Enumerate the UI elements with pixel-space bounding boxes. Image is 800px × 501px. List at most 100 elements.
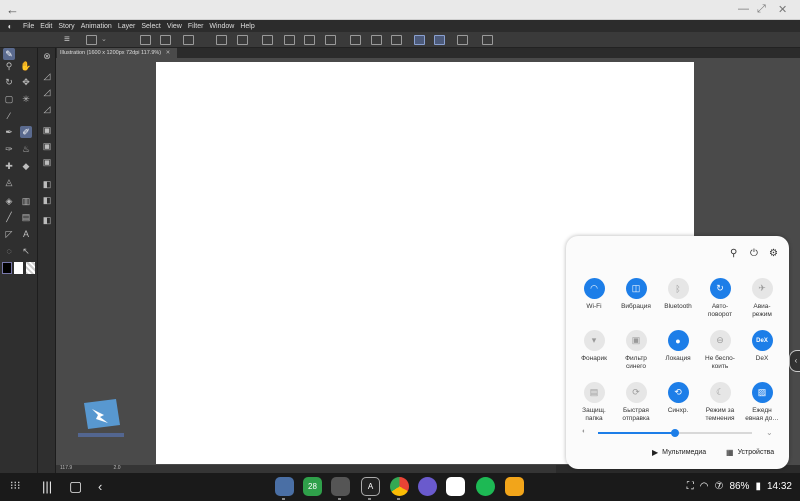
home-icon[interactable]: ▢ [69, 478, 82, 495]
internet-app-icon[interactable] [418, 477, 437, 496]
menu-help[interactable]: Help [237, 23, 257, 30]
menu-file[interactable]: File [20, 23, 37, 30]
tile-bluetooth[interactable]: ᛒ Bluetooth [656, 278, 700, 311]
rotation-value[interactable]: 2.0 [114, 465, 121, 471]
main-color-swatch[interactable] [2, 262, 12, 274]
menu-window[interactable]: Window [206, 23, 237, 30]
deselect-icon[interactable] [262, 35, 273, 45]
tile-dex[interactable]: DeX DeX [740, 330, 784, 363]
menu-layer[interactable]: Layer [115, 23, 139, 30]
eraser-icon[interactable]: ◆ [20, 160, 32, 172]
tile-quick-share[interactable]: ⟳ Быстрая отправка [614, 382, 658, 423]
chevron-down-icon[interactable]: ⌄ [766, 428, 773, 437]
menu-view[interactable]: View [164, 23, 185, 30]
tile-blue-filter[interactable]: ▣ Фильтр синего [614, 330, 658, 371]
sub-tool-9-icon[interactable]: ◧ [41, 194, 53, 206]
correct-line-icon[interactable]: ↖ [20, 245, 32, 257]
sub-tool-2-icon[interactable]: ◿ [41, 70, 53, 82]
move-tool-icon[interactable]: ✥ [20, 76, 32, 88]
settings-pen-icon[interactable] [482, 35, 493, 45]
ruler-icon[interactable]: ◸ [3, 228, 15, 240]
airbrush-icon[interactable]: ♨ [20, 143, 32, 155]
magic-wand-icon[interactable]: ✳ [20, 93, 32, 105]
decoration-icon[interactable]: ✚ [3, 160, 15, 172]
pen-icon[interactable]: ✒ [3, 126, 15, 138]
power-icon[interactable]: ⏻ [750, 248, 758, 259]
snap-grid-icon[interactable] [457, 35, 468, 45]
settings-gear-icon[interactable]: ⚙ [769, 248, 778, 259]
back-icon[interactable]: ‹ [98, 479, 102, 494]
document-tab[interactable]: Illustration (1600 x 1200px 72dpi 117.9%… [57, 48, 177, 58]
zoom-value[interactable]: 117.9 [60, 465, 72, 471]
calendar-app-icon[interactable]: 28 [303, 477, 322, 496]
redo-icon[interactable] [237, 35, 248, 45]
flip-icon[interactable] [371, 35, 382, 45]
menu-select[interactable]: Select [138, 23, 163, 30]
folder-app-icon[interactable] [505, 477, 524, 496]
new-file-icon[interactable] [86, 35, 97, 45]
open-icon[interactable] [160, 35, 171, 45]
menu-filter[interactable]: Filter [185, 23, 207, 30]
fill-icon[interactable] [304, 35, 315, 45]
undo-icon[interactable] [216, 35, 227, 45]
tile-airplane[interactable]: ✈ Авиа-режим [740, 278, 784, 319]
invert-selection-icon[interactable] [284, 35, 295, 45]
sub-tool-3-icon[interactable]: ◿ [41, 86, 53, 98]
menu-animation[interactable]: Animation [78, 23, 115, 30]
apps-grid-icon[interactable]: ⁝⁝⁝ [10, 479, 21, 492]
rotate-icon[interactable] [391, 35, 402, 45]
balloon-icon[interactable]: ◌ [3, 245, 15, 257]
sub-tool-6-icon[interactable]: ▣ [41, 140, 53, 152]
fill-bucket-icon[interactable]: ◈ [3, 195, 15, 207]
menu-story[interactable]: Story [55, 23, 77, 30]
minimize-icon[interactable]: — [738, 3, 749, 15]
hamburger-icon[interactable]: ≡ [64, 34, 70, 45]
tile-flashlight[interactable]: ▾ Фонарик [572, 330, 616, 363]
sub-tool-8-icon[interactable]: ◧ [41, 178, 53, 190]
frame-icon[interactable]: ▤ [20, 211, 32, 223]
sub-tool-4-icon[interactable]: ◿ [41, 103, 53, 115]
brush-icon[interactable]: ✑ [3, 143, 15, 155]
app-logo-icon[interactable]: ◐ [0, 22, 20, 31]
sub-tool-7-icon[interactable]: ▣ [41, 156, 53, 168]
snap-ruler-icon[interactable] [414, 35, 425, 45]
screenshot-icon[interactable]: ⛶ [687, 481, 694, 492]
system-status[interactable]: ⛶ ◠ ⑦ 86% ▮ 14:32 [687, 481, 792, 492]
save-icon[interactable] [183, 35, 194, 45]
chevron-down-icon[interactable]: ⌄ [101, 35, 107, 43]
pen-tool-icon[interactable]: ✎ [3, 48, 15, 60]
sub-tool-1-icon[interactable]: ⊗ [41, 50, 53, 62]
tile-wifi[interactable]: ◠ Wi-Fi [572, 278, 616, 311]
crop-icon[interactable] [325, 35, 336, 45]
tile-do-not-disturb[interactable]: ⊖ Не беспо-коить [698, 330, 742, 371]
devices-button[interactable]: ▦ Устройства [726, 448, 774, 457]
settings-app-icon[interactable] [275, 477, 294, 496]
text-tool-icon[interactable]: A [20, 228, 32, 240]
maximize-icon[interactable]: ⤢ [757, 3, 766, 16]
media-button[interactable]: ▶ Мультимедиа [652, 448, 706, 457]
hand-tool-icon[interactable]: ✋ [20, 60, 32, 72]
gradient-icon[interactable]: ▥ [20, 195, 32, 207]
close-icon[interactable]: ✕ [778, 3, 787, 16]
back-arrow-icon[interactable]: ← [6, 2, 19, 17]
search-icon[interactable]: ⚲ [730, 248, 737, 259]
snap-special-ruler-icon[interactable] [434, 35, 445, 45]
tile-vibration[interactable]: ◫ Вибрация [614, 278, 658, 311]
zoom-tool-icon[interactable]: ⚲ [3, 60, 15, 72]
tile-sync[interactable]: ⟲ Синхр. [656, 382, 700, 415]
clip-studio-app-icon[interactable] [331, 477, 350, 496]
new-icon[interactable] [140, 35, 151, 45]
blend-icon[interactable]: ◬ [3, 176, 15, 188]
sub-tool-5-icon[interactable]: ▣ [41, 124, 53, 136]
sub-color-swatch[interactable] [14, 262, 23, 274]
transparent-color-swatch[interactable] [26, 262, 35, 274]
text-app-icon[interactable]: A [361, 477, 380, 496]
figure-icon[interactable]: ╱ [3, 211, 15, 223]
close-tab-icon[interactable]: ✕ [166, 50, 171, 56]
transform-icon[interactable] [350, 35, 361, 45]
menu-edit[interactable]: Edit [37, 23, 55, 30]
tile-autorotate[interactable]: ↻ Авто-поворот [698, 278, 742, 319]
brightness-slider[interactable] [598, 429, 752, 437]
eyedropper-icon[interactable]: ⁄ [3, 110, 15, 122]
tile-night-mode[interactable]: ☾ Режим за темнения [698, 382, 742, 423]
